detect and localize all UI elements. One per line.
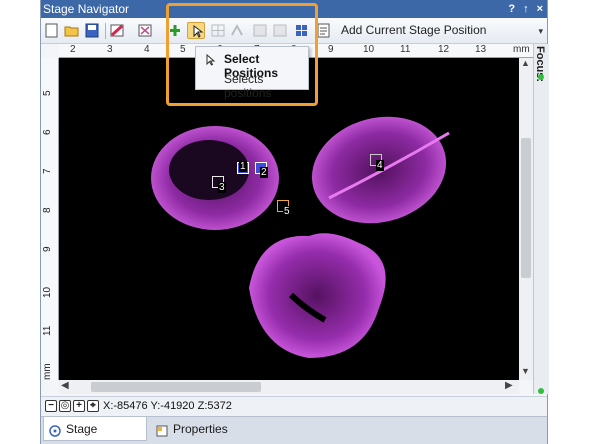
tooltip-description: Selects positions — [224, 72, 272, 100]
status-bar: − ◎ + ⌖ X:-85476 Y:-41920 Z:5372 — [41, 396, 547, 416]
center-button[interactable]: ⌖ — [87, 400, 99, 412]
vertical-scrollbar[interactable]: ▲ ▼ — [519, 58, 533, 380]
stage-canvas[interactable]: 1 2 3 4 5 — [59, 58, 519, 380]
target-icon — [48, 422, 62, 437]
ruler-unit: mm — [513, 44, 530, 55]
focus-panel: Focus: — [533, 44, 549, 394]
ruler-unit: mm — [42, 363, 53, 380]
position-marker-label: 3 — [218, 182, 226, 193]
ruler-tick: 10 — [42, 286, 53, 298]
position-marker-label: 1 — [239, 161, 247, 172]
properties-icon — [155, 422, 169, 437]
cursor-icon — [204, 53, 218, 67]
ruler-tick: 11 — [42, 325, 53, 336]
ruler-tick: 6 — [42, 129, 53, 135]
color-map-icon[interactable] — [109, 22, 127, 39]
tooltip-popup: Select Positions Selects positions — [195, 46, 309, 100]
focus-indicator-icon — [538, 388, 544, 394]
scroll-left-icon[interactable]: ◀ — [61, 380, 69, 391]
ruler-tick: 7 — [42, 168, 53, 174]
scroll-down-icon[interactable]: ▼ — [521, 366, 530, 376]
fit-icon[interactable] — [137, 22, 155, 39]
left-ruler: 5 6 7 8 9 10 11 mm — [41, 58, 59, 380]
ruler-tick: 12 — [438, 44, 450, 55]
scroll-up-icon[interactable]: ▲ — [521, 58, 530, 68]
tab-label: Properties — [173, 422, 228, 436]
tab-properties[interactable]: Properties — [151, 417, 231, 441]
open-icon[interactable] — [63, 22, 81, 39]
title-buttons: ? ↑ × — [508, 0, 543, 18]
ruler-tick: 5 — [42, 90, 53, 96]
position-marker-label: 5 — [283, 206, 291, 217]
ruler-tick: 3 — [107, 44, 113, 55]
zoom-out-button[interactable]: − — [45, 400, 57, 412]
window-title: Stage Navigator — [43, 2, 130, 16]
tab-stage-navigator[interactable]: Stage Navigator — [43, 417, 147, 441]
tab-label: Stage Navigator — [66, 422, 98, 436]
help-button[interactable]: ? — [508, 0, 515, 18]
ruler-tick: 2 — [70, 44, 76, 55]
vertical-scroll-thumb[interactable] — [521, 138, 531, 278]
ruler-tick: 8 — [42, 207, 53, 213]
focus-indicator-icon — [538, 74, 544, 80]
ruler-tick: 4 — [144, 44, 150, 55]
ruler-tick: 11 — [400, 44, 411, 55]
close-button[interactable]: × — [537, 0, 543, 18]
ruler-tick: 10 — [363, 44, 375, 55]
scroll-right-icon[interactable]: ▶ — [505, 380, 513, 391]
pin-button[interactable]: ↑ — [523, 0, 529, 18]
horizontal-scrollbar[interactable]: ◀ ▶ — [59, 380, 519, 394]
new-icon[interactable] — [43, 22, 61, 39]
sample-image — [151, 116, 450, 358]
zoom-reset-button[interactable]: ◎ — [59, 400, 71, 412]
toolbar-overflow-button[interactable]: ▾ — [538, 26, 543, 37]
ruler-tick: 9 — [42, 246, 53, 252]
ruler-tick: 9 — [328, 44, 334, 55]
stage-coordinates: X:-85476 Y:-41920 Z:5372 — [103, 400, 232, 412]
tab-strip: Stage Navigator Properties — [41, 416, 547, 444]
add-current-stage-position-button[interactable]: Add Current Stage Position — [341, 23, 486, 37]
horizontal-scroll-thumb[interactable] — [91, 382, 261, 392]
position-marker-label: 4 — [376, 160, 384, 171]
ruler-tick: 13 — [475, 44, 487, 55]
zoom-in-button[interactable]: + — [73, 400, 85, 412]
position-marker-label: 2 — [260, 167, 268, 178]
save-icon[interactable] — [83, 22, 101, 39]
